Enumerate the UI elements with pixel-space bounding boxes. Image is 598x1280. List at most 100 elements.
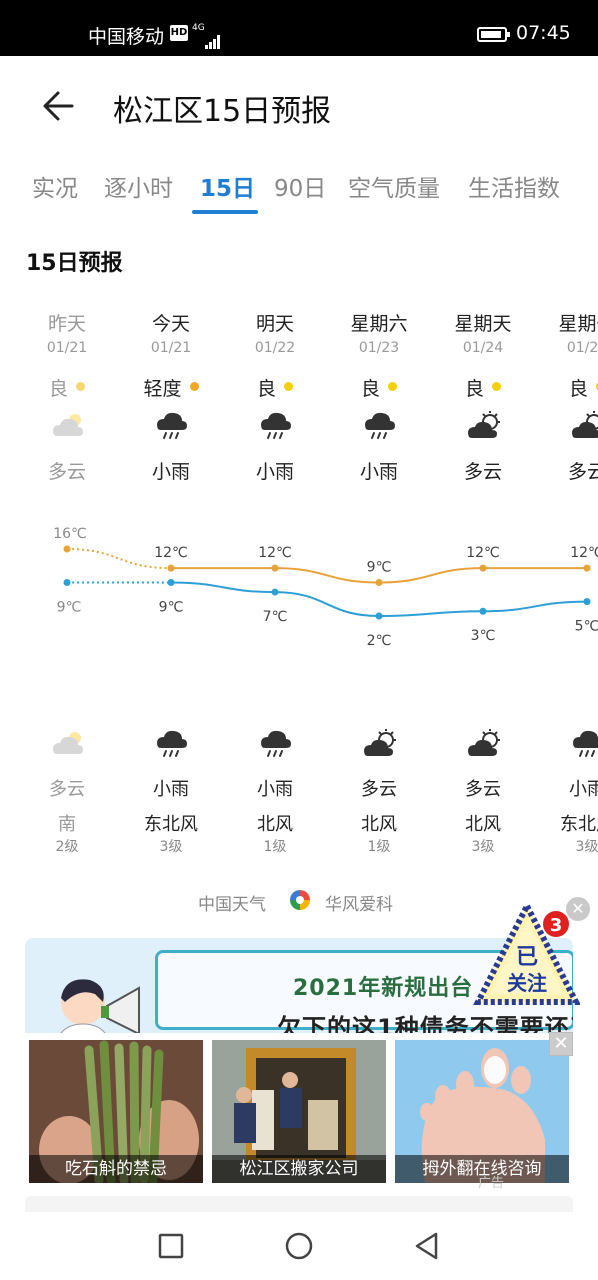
follow-badge[interactable]: 已 关注 3 [470,902,580,1006]
tab-15-day[interactable]: 15日 [200,169,255,203]
partner-logo-icon [290,890,310,910]
day-date: 01/25 [566,340,598,356]
tab-hourly[interactable]: 逐小时 [104,169,173,203]
aqi-label: 良 [256,378,276,400]
aqi-label: 良 [48,378,68,400]
air-quality-level: 良 [223,374,327,401]
day-date: 01/21 [46,340,88,356]
low-temp-point [63,579,71,586]
day-condition: 多云 [463,461,502,483]
wind-level: 3级 [471,839,495,855]
high-temp-label: 12℃ [154,545,188,561]
day-date: 01/21 [150,340,192,356]
high-temp-point [63,545,71,553]
wind-level: 3级 [575,839,598,855]
high-temp-label: 12℃ [570,545,598,561]
low-temp-point [271,588,279,596]
high-temp-label: 9℃ [367,560,392,576]
tab-life-index[interactable]: 生活指数 [468,169,560,203]
high-temp-point [271,564,279,572]
night-condition: 小雨 [153,779,189,800]
ad-headline: 2021年新规出台 [293,976,474,1001]
high-temp-point [375,579,383,586]
back-nav-icon[interactable] [411,1230,443,1262]
ad-close-icon[interactable]: ✕ [549,1032,573,1056]
page-title: 松江区15日预报 [113,94,332,129]
air-quality-level: 轻度 [119,374,223,401]
badge-close-icon[interactable]: ✕ [566,897,590,921]
day-name: 明天 [255,313,294,335]
low-temp-label: 3℃ [471,628,496,644]
ad-image-row: 吃石斛的禁忌 松江区搬家公司 拇外翻在线咨询 [0,1033,598,1193]
air-quality-level: 良 [535,374,598,401]
home-icon[interactable] [283,1230,315,1262]
tab-air-quality[interactable]: 空气质量 [348,169,440,203]
high-temp-label: 16℃ [53,526,87,542]
day-condition: 小雨 [255,461,294,483]
ad-item-bunion[interactable]: 拇外翻在线咨询 [395,1040,569,1183]
partly-cloudy-icon [468,411,500,438]
day-condition: 小雨 [359,461,398,483]
rain-icon [573,730,598,757]
low-temp-point [583,598,591,606]
day-name: 今天 [151,313,190,335]
low-temp-label: 7℃ [263,609,288,625]
night-condition: 多云 [49,779,85,800]
high-temp-point [583,564,591,572]
rain-icon [157,412,187,439]
status-bar: 中国移动 HD 4G 07:45 [0,0,598,56]
low-temp-point [375,612,383,620]
low-temp-line [170,581,588,618]
low-temp-label: 9℃ [57,600,82,616]
section-title: 15日预报 [26,251,123,276]
night-condition: 小雨 [257,779,293,800]
recent-apps-icon[interactable] [155,1230,187,1262]
day-date: 01/23 [358,340,400,356]
tab-90-day[interactable]: 90日 [274,169,326,203]
wind-direction: 北风 [361,814,397,835]
cloudy-icon [53,414,83,436]
air-quality-level: 良 [15,374,119,401]
system-nav-bar [0,1212,598,1280]
hd-icon: HD [170,25,188,41]
cloudy-icon [53,732,83,754]
day-condition: 小雨 [151,461,190,483]
day-name: 星期一 [558,313,598,335]
aqi-label: 良 [464,378,484,400]
app-header: 松江区15日预报 [0,56,598,156]
night-condition: 小雨 [569,779,598,800]
aqi-dot-icon [76,382,85,391]
aqi-label: 良 [360,378,380,400]
rain-icon [261,412,291,439]
back-arrow-icon[interactable] [38,86,78,126]
ad-item-dendrobium[interactable]: 吃石斛的禁忌 [29,1040,203,1183]
source-partner: 华风爱科 [325,895,393,915]
signal-icon [205,27,221,49]
day-condition: 多云 [567,461,598,483]
tab-live[interactable]: 实况 [32,169,78,203]
aqi-label: 良 [568,378,588,400]
low-temp-label: 2℃ [367,633,392,649]
tab-bar: 实况 逐小时 15日 90日 空气质量 生活指数 [0,165,598,215]
network-type-icon: 4G [192,23,205,33]
partly-cloudy-icon [572,411,598,438]
megaphone-person-icon [60,979,140,1033]
rain-icon [365,412,395,439]
partly-cloudy-icon [364,729,396,756]
wind-direction: 北风 [257,814,293,835]
ad-item-moving[interactable]: 松江区搬家公司 [212,1040,386,1183]
wind-direction: 东北风 [144,814,198,835]
low-temp-point [167,579,175,586]
aqi-dot-icon [284,382,293,391]
day-date: 01/22 [254,340,296,356]
air-quality-level: 良 [327,374,431,401]
badge-count: 3 [550,915,563,936]
day-condition: 多云 [47,461,86,483]
temperature-chart: 16℃ 9℃ 12℃ 9℃ 12℃ 7℃ 9℃ 2℃ 12℃ 3℃ 12℃ 5℃ [53,526,598,649]
rain-icon [261,730,291,757]
low-temp-label: 9℃ [159,600,184,616]
wind-level: 3级 [159,839,183,855]
wind-level: 2级 [55,839,79,855]
high-temp-label: 12℃ [258,545,292,561]
day-name: 星期天 [454,313,512,335]
